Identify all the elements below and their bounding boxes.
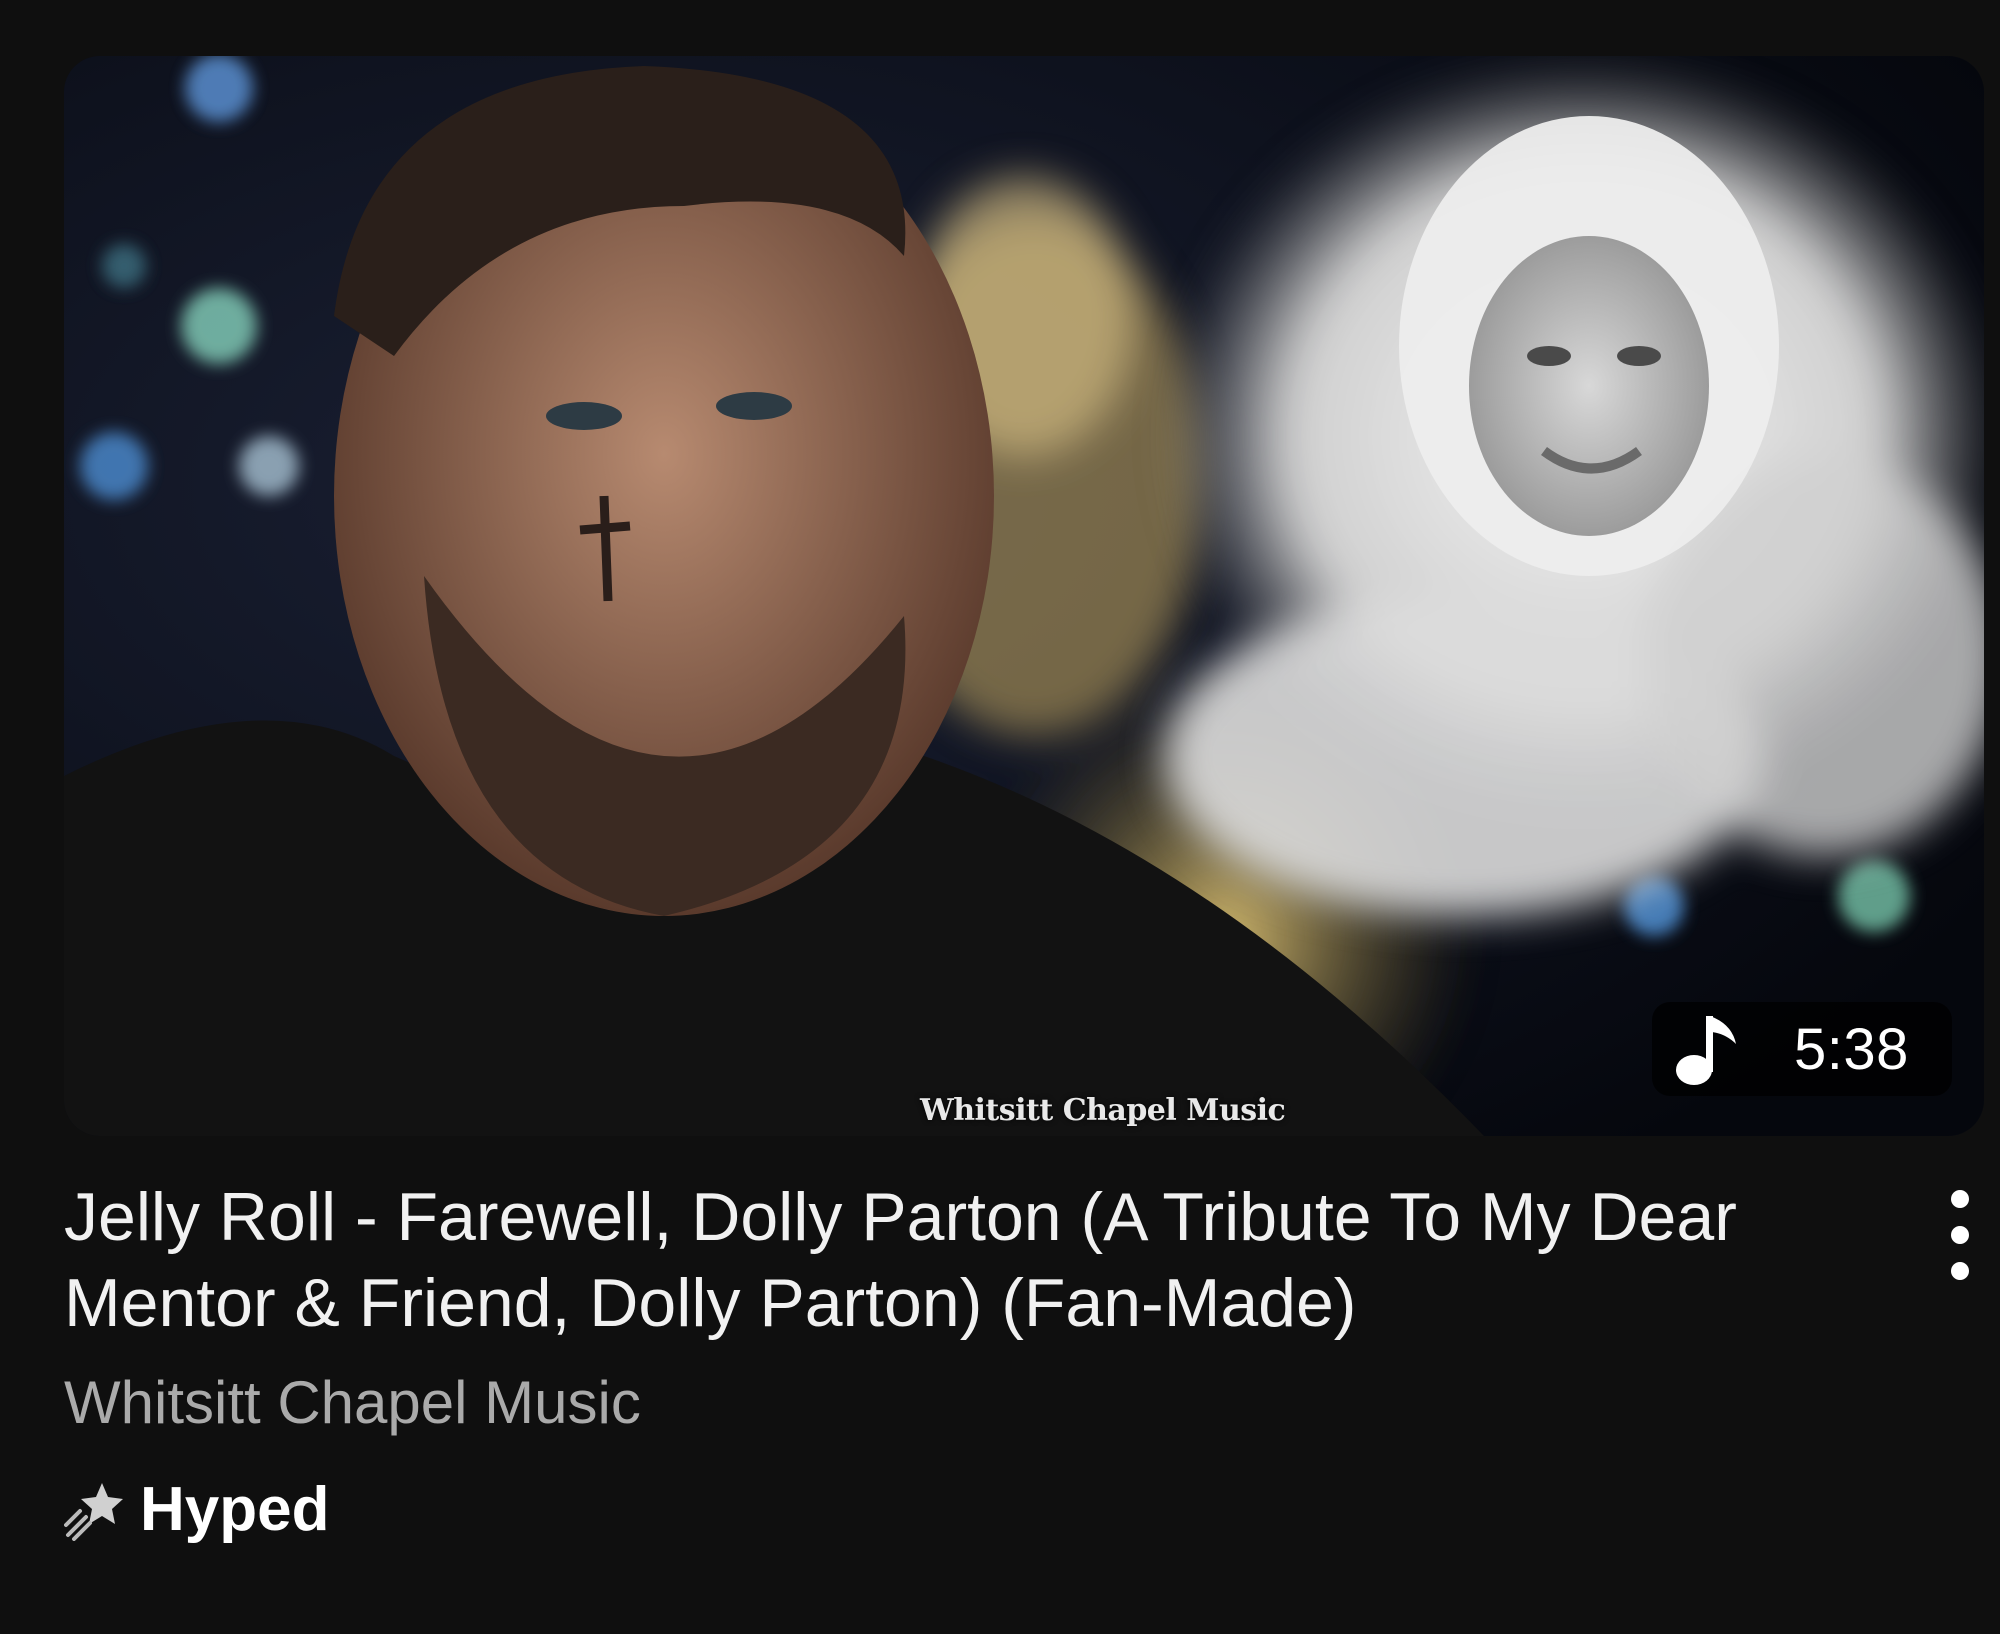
hyped-badge: Hyped: [64, 1474, 329, 1545]
video-title[interactable]: Jelly Roll - Farewell, Dolly Parton (A T…: [64, 1174, 1844, 1346]
thumbnail-watermark: Whitsitt Chapel Music: [920, 1093, 1286, 1128]
music-note-icon: [1674, 1010, 1742, 1088]
video-card[interactable]: Whitsitt Chapel Music 5:38 Jelly Roll - …: [0, 0, 2000, 1634]
thumbnail-image: [64, 56, 1984, 1136]
shooting-star-icon: [64, 1479, 126, 1541]
video-duration: 5:38: [1794, 1016, 1909, 1082]
duration-badge: 5:38: [1652, 1002, 1952, 1096]
channel-name[interactable]: Whitsitt Chapel Music: [64, 1368, 641, 1437]
more-options-button[interactable]: [1940, 1190, 1980, 1280]
more-vert-icon: [1951, 1190, 1969, 1208]
video-thumbnail[interactable]: Whitsitt Chapel Music 5:38: [64, 56, 1984, 1136]
hyped-label: Hyped: [140, 1475, 330, 1544]
